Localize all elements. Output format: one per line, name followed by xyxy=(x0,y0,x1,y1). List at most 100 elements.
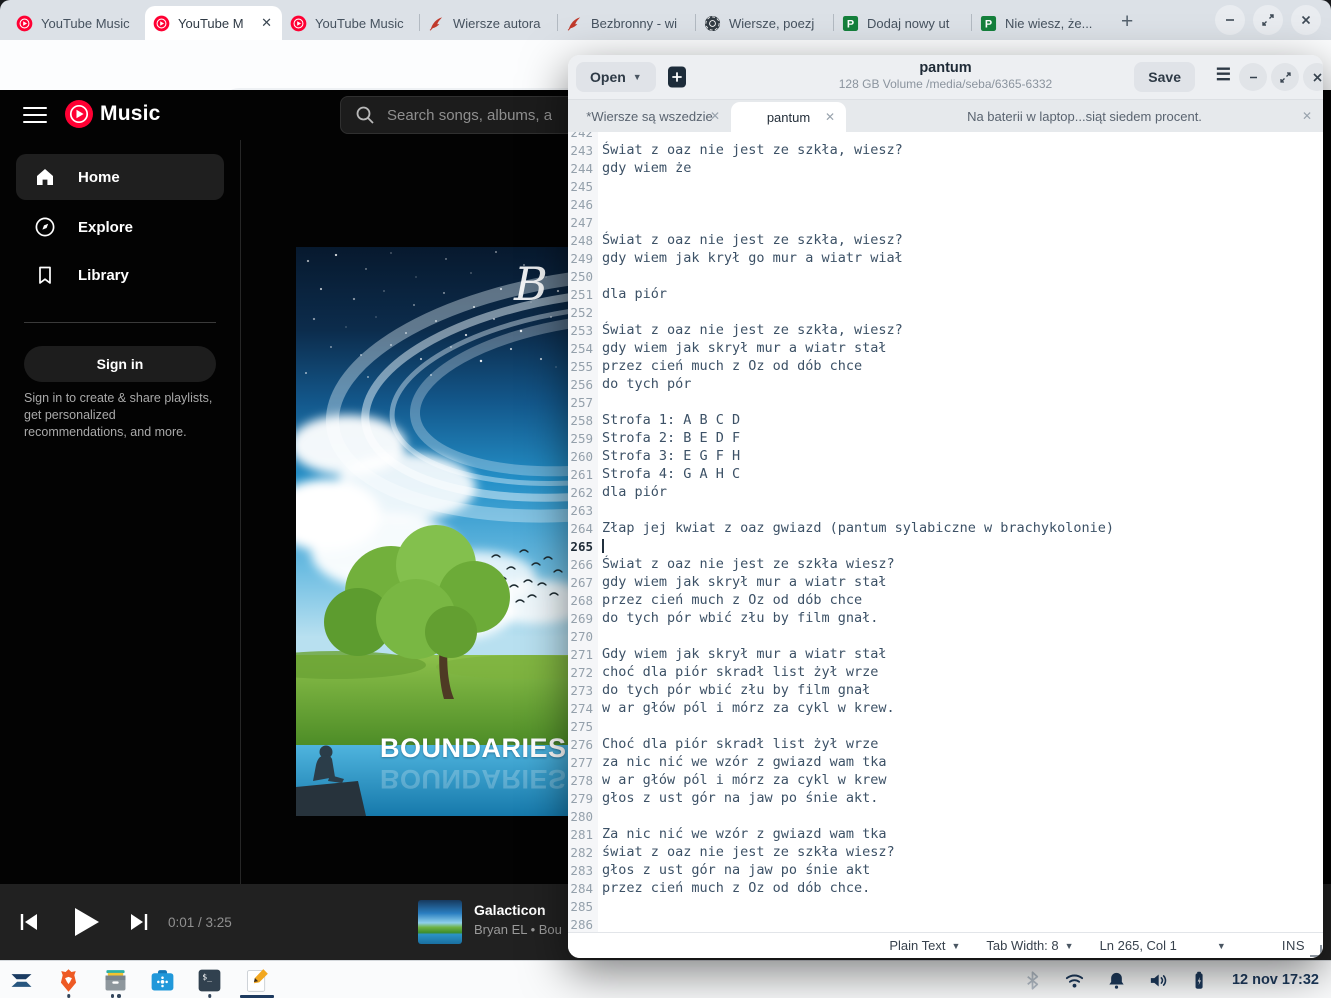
track-title[interactable]: Galacticon xyxy=(474,902,568,918)
taskbar-app-zorin[interactable] xyxy=(6,965,37,996)
sidebar-item-library[interactable]: Library xyxy=(16,252,224,298)
editor-line[interactable]: 272choć dla piór skradł list żył wrze xyxy=(568,663,1323,681)
tab-close-icon[interactable]: ✕ xyxy=(259,15,274,31)
editor-line[interactable]: 275 xyxy=(568,717,1323,735)
previous-track-button[interactable] xyxy=(16,884,42,960)
open-button[interactable]: Open ▼ xyxy=(576,62,656,92)
new-tab-button[interactable]: + xyxy=(1121,12,1133,32)
track-artist[interactable]: Bryan EL • Bou xyxy=(474,922,568,937)
editor-line[interactable]: 263 xyxy=(568,501,1323,519)
editor-menu-button[interactable]: ☰ xyxy=(1216,65,1231,85)
editor-line[interactable]: 258Strofa 1: A B C D xyxy=(568,411,1323,429)
editor-line[interactable]: 243Świat z oaz nie jest ze szkła, wiesz? xyxy=(568,141,1323,159)
editor-minimize-button[interactable] xyxy=(1239,63,1267,91)
browser-tab[interactable]: Wiersze autora xyxy=(420,6,557,40)
editor-line[interactable]: 245 xyxy=(568,177,1323,195)
editor-line[interactable]: 274w ar głów pól i mórz za cykl w krew. xyxy=(568,699,1323,717)
save-button[interactable]: Save xyxy=(1134,62,1195,92)
editor-line[interactable]: 242 xyxy=(568,132,1323,141)
browser-tab[interactable]: PNie wiesz, że... xyxy=(972,6,1109,40)
browser-tab[interactable]: YouTube Music xyxy=(282,6,419,40)
editor-line[interactable]: 283głos z ust gór na jaw po śnie akt xyxy=(568,861,1323,879)
track-thumbnail[interactable] xyxy=(418,900,462,944)
editor-close-button[interactable] xyxy=(1303,63,1323,91)
browser-tab[interactable]: YouTube Music xyxy=(8,6,145,40)
editor-line[interactable]: 270 xyxy=(568,627,1323,645)
taskbar-app-software[interactable] xyxy=(147,965,178,996)
editor-line[interactable]: 266Świat z oaz nie jest ze szkła wiesz? xyxy=(568,555,1323,573)
yt-menu-icon[interactable] xyxy=(22,103,48,127)
taskbar-app-texteditor[interactable] xyxy=(241,965,272,996)
editor-line[interactable]: 265 xyxy=(568,537,1323,555)
sidebar-item-home[interactable]: Home xyxy=(16,154,224,200)
editor-line[interactable]: 253Świat z oaz nie jest ze szkła, wiesz? xyxy=(568,321,1323,339)
editor-line[interactable]: 286 xyxy=(568,915,1323,932)
editor-tab-close-icon[interactable]: ✕ xyxy=(825,110,835,124)
editor-line[interactable]: 280 xyxy=(568,807,1323,825)
bluetooth-icon[interactable] xyxy=(1022,970,1043,991)
editor-line[interactable]: 259Strofa 2: B E D F xyxy=(568,429,1323,447)
new-document-button[interactable] xyxy=(664,64,690,90)
volume-icon[interactable] xyxy=(1148,970,1169,991)
bell-icon[interactable] xyxy=(1106,970,1127,991)
editor-line[interactable]: 256do tych pór xyxy=(568,375,1323,393)
editor-line[interactable]: 273do tych pór wbić złu by film gnał xyxy=(568,681,1323,699)
tab-width-selector[interactable]: Tab Width: 8 ▼ xyxy=(986,938,1073,953)
editor-restore-button[interactable] xyxy=(1271,63,1299,91)
editor-tab[interactable]: *Wiersze są wszedzie✕ xyxy=(568,100,731,132)
editor-line[interactable]: 255przez cień much z Oz od dób chce xyxy=(568,357,1323,375)
next-track-button[interactable] xyxy=(126,884,152,960)
editor-line[interactable]: 251dla piór xyxy=(568,285,1323,303)
editor-line[interactable]: 284przez cień much z Oz od dób chce. xyxy=(568,879,1323,897)
editor-line[interactable]: 250 xyxy=(568,267,1323,285)
editor-line[interactable]: 254gdy wiem jak skrył mur a wiatr stał xyxy=(568,339,1323,357)
wifi-icon[interactable] xyxy=(1064,970,1085,991)
sidebar-item-explore[interactable]: Explore xyxy=(16,204,224,250)
taskbar-app-files[interactable] xyxy=(100,965,131,996)
clock[interactable]: 12 nov 17:32 xyxy=(1232,972,1319,988)
sign-in-button[interactable]: Sign in xyxy=(24,346,216,382)
cursor-position-selector[interactable]: Ln 265, Col 1 ▼ xyxy=(1100,938,1226,953)
editor-line[interactable]: 244gdy wiem że xyxy=(568,159,1323,177)
editor-line[interactable]: 276Choć dla piór skradł list żył wrze xyxy=(568,735,1323,753)
browser-restore-button[interactable] xyxy=(1253,5,1283,35)
resize-grip[interactable] xyxy=(1310,945,1322,957)
browser-close-button[interactable] xyxy=(1291,5,1321,35)
editor-tab-active[interactable]: pantum✕ xyxy=(731,102,846,132)
editor-line[interactable]: 264Złap jej kwiat z oaz gwiazd (pantum s… xyxy=(568,519,1323,537)
editor-line[interactable]: 248Świat z oaz nie jest ze szkła, wiesz? xyxy=(568,231,1323,249)
taskbar-app-brave[interactable] xyxy=(53,965,84,996)
editor-line[interactable]: 279głos z ust gór na jaw po śnie akt. xyxy=(568,789,1323,807)
editor-tab-close-icon[interactable]: ✕ xyxy=(1302,109,1312,123)
track-info[interactable]: Galacticon Bryan EL • Bou xyxy=(474,902,568,937)
browser-tab[interactable]: Bezbronny - wi xyxy=(558,6,695,40)
browser-tab[interactable]: PDodaj nowy ut xyxy=(834,6,971,40)
yt-music-logo[interactable]: Music xyxy=(64,99,161,129)
taskbar-app-terminal[interactable]: $_ xyxy=(194,965,225,996)
editor-line[interactable]: 252 xyxy=(568,303,1323,321)
editor-line[interactable]: 269do tych pór wbić złu by film gnał. xyxy=(568,609,1323,627)
editor-line[interactable]: 267gdy wiem jak skrył mur a wiatr stał xyxy=(568,573,1323,591)
play-button[interactable] xyxy=(66,884,104,960)
battery-icon[interactable] xyxy=(1190,970,1211,991)
editor-line[interactable]: 281Za nic nić we wzór z gwiazd wam tka xyxy=(568,825,1323,843)
editor-line[interactable]: 262dla piór xyxy=(568,483,1323,501)
browser-tab[interactable]: Wiersze, poezj xyxy=(696,6,833,40)
browser-tab-active[interactable]: YouTube M✕ xyxy=(145,6,282,40)
editor-line[interactable]: 247 xyxy=(568,213,1323,231)
editor-line[interactable]: 246 xyxy=(568,195,1323,213)
editor-line[interactable]: 278w ar głów pól i mórz za cykl w krew xyxy=(568,771,1323,789)
editor-line[interactable]: 282świat z oaz nie jest ze szkła wiesz? xyxy=(568,843,1323,861)
browser-minimize-button[interactable] xyxy=(1215,5,1245,35)
editor-line[interactable]: 257 xyxy=(568,393,1323,411)
editor-line[interactable]: 260Strofa 3: E G F H xyxy=(568,447,1323,465)
language-selector[interactable]: Plain Text ▼ xyxy=(889,938,960,953)
editor-line[interactable]: 277za nic nić we wzór z gwiazd wam tka xyxy=(568,753,1323,771)
editor-line[interactable]: 249gdy wiem jak krył go mur a wiatr wiał xyxy=(568,249,1323,267)
editor-tab[interactable]: Na baterii w laptop...siąt siedem procen… xyxy=(846,100,1323,132)
editor-content[interactable]: 242243Świat z oaz nie jest ze szkła, wie… xyxy=(568,132,1323,932)
editor-line[interactable]: 271Gdy wiem jak skrył mur a wiatr stał xyxy=(568,645,1323,663)
editor-tab-close-icon[interactable]: ✕ xyxy=(710,109,720,123)
editor-line[interactable]: 268przez cień much z Oz od dób chce xyxy=(568,591,1323,609)
editor-line[interactable]: 285 xyxy=(568,897,1323,915)
